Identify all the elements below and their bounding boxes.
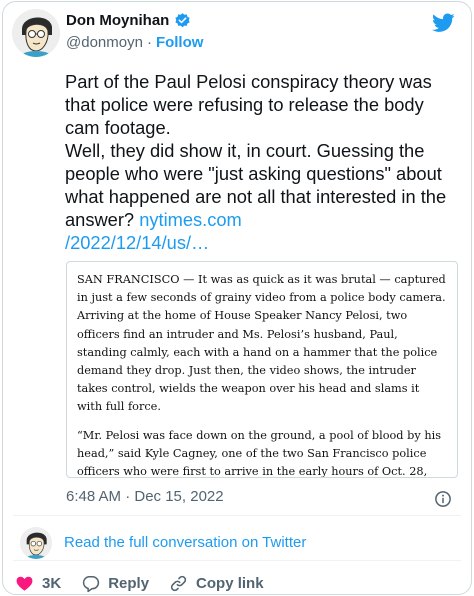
divider-bottom [13,560,461,561]
separator-dot: · [146,34,152,51]
tweet-paragraph-1: Part of the Paul Pelosi conspiracy theor… [65,71,432,138]
reply-label: Reply [108,575,150,592]
tweet-card: Don Moynihan @donmoyn · Follow Part of t… [2,1,472,595]
author-name[interactable]: Don Moynihan [66,12,169,29]
reply-button[interactable]: Reply [81,574,149,593]
divider-top [13,515,461,516]
follow-button[interactable]: Follow [156,34,204,51]
author-avatar[interactable] [12,9,60,57]
link-icon [170,575,187,592]
quoted-article-card[interactable]: SAN FRANCISCO — It was as quick as it wa… [66,261,458,478]
like-button[interactable]: 3K [15,574,61,593]
heart-icon [16,576,33,591]
tweet-body: Part of the Paul Pelosi conspiracy theor… [65,70,460,254]
copy-link-button[interactable]: Copy link [169,574,264,593]
copy-link-label: Copy link [196,575,264,592]
twitter-bird-icon[interactable] [432,13,455,33]
article-paragraph-2: “Mr. Pelosi was face down on the ground,… [77,428,442,478]
reply-icon [83,576,100,593]
read-full-conversation-link[interactable]: Read the full conversation on Twitter [64,534,306,551]
like-count: 3K [42,575,62,592]
action-bar: 3K Reply Copy link [15,574,284,593]
tweet-link-path[interactable]: /2022/12/14/us/… [65,232,209,253]
verified-badge-icon [175,13,190,28]
tweet-paragraph-2: Well, they did show it, in court. Guessi… [65,139,460,254]
info-icon[interactable] [434,490,452,508]
author-block: Don Moynihan @donmoyn · Follow [66,12,203,51]
tweet-timestamp[interactable]: 6:48 AM · Dec 15, 2022 [66,488,224,505]
article-paragraph-1: SAN FRANCISCO — It was as quick as it wa… [77,273,446,414]
tweet-link-domain[interactable]: nytimes.com [139,209,242,230]
reader-avatar [20,527,52,559]
tweet-paragraph-2-text: Well, they did show it, in court. Guessi… [65,140,447,230]
author-handle[interactable]: @donmoyn [66,34,143,51]
